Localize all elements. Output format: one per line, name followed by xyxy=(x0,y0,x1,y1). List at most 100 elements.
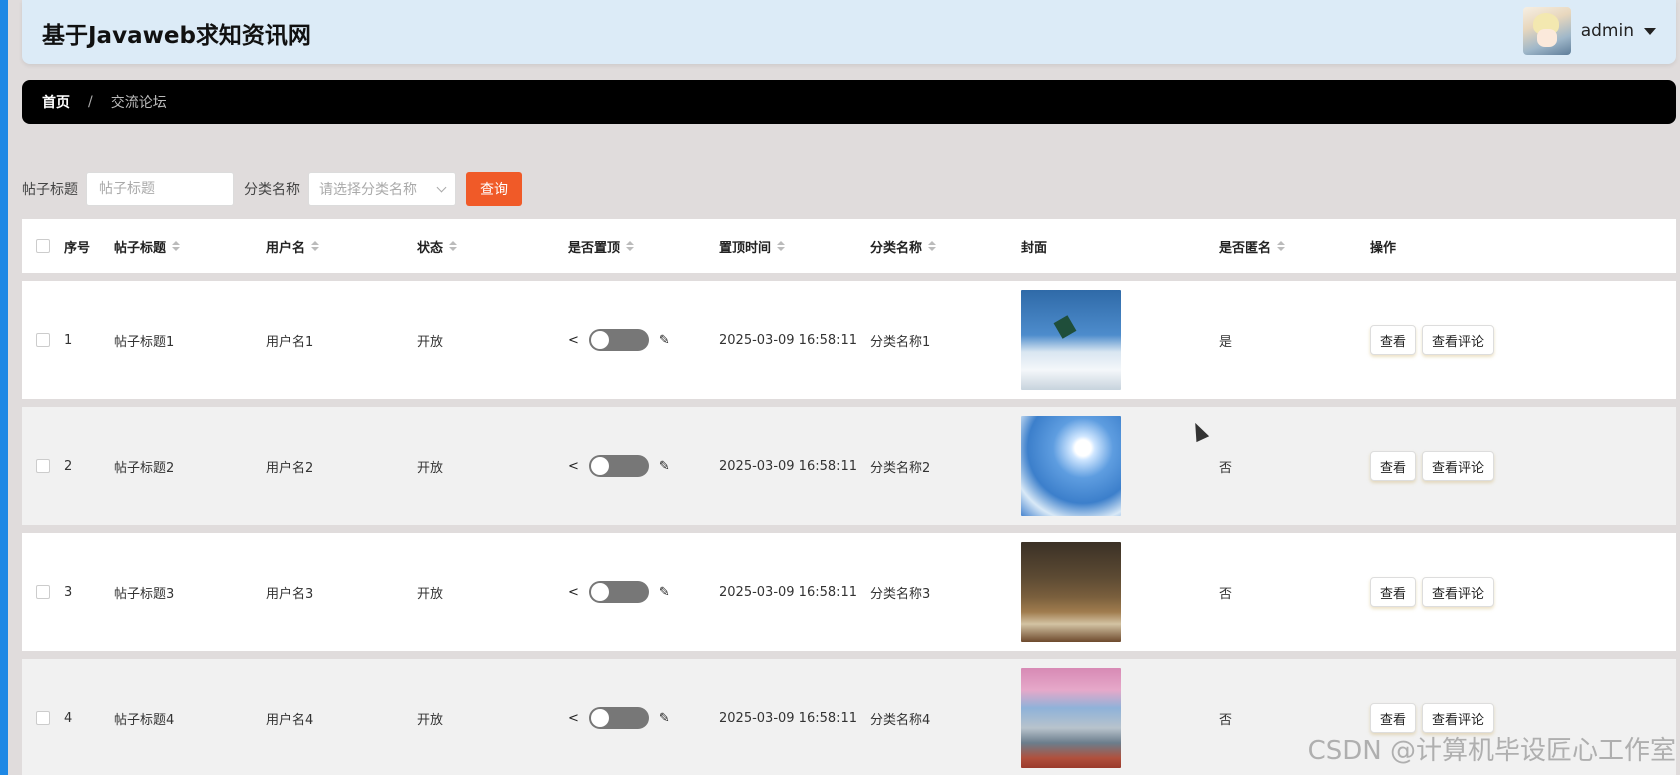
edit-icon[interactable]: ✎ xyxy=(659,585,670,600)
sort-icon[interactable] xyxy=(311,241,320,251)
sort-icon[interactable] xyxy=(1277,241,1286,251)
table-header: 序号 帖子标题 用户名 状态 是否置顶 置顶时间 分类名称 封面 是否匿名 操作 xyxy=(22,219,1676,273)
row-category: 分类名称2 xyxy=(870,460,931,476)
table-row: 2 帖子标题2 用户名2 开放 < ✎ 2025-03-09 16:58:11 … xyxy=(22,407,1676,525)
toggle-knob xyxy=(590,331,609,349)
row-pinned-time: 2025-03-09 16:58:11 xyxy=(719,458,858,474)
chevron-down-icon xyxy=(436,182,447,192)
row-user: 用户名4 xyxy=(266,712,314,728)
row-pinned-time: 2025-03-09 16:58:11 xyxy=(719,710,858,726)
view-comments-button[interactable]: 查看评论 xyxy=(1422,577,1495,607)
share-icon[interactable]: < xyxy=(568,711,579,726)
table-row: 3 帖子标题3 用户名3 开放 < ✎ 2025-03-09 16:58:11 … xyxy=(22,533,1676,651)
row-checkbox[interactable] xyxy=(36,711,50,725)
row-title: 帖子标题3 xyxy=(114,586,175,602)
sort-icon[interactable] xyxy=(626,241,635,251)
sort-icon[interactable] xyxy=(777,241,786,251)
row-title: 帖子标题2 xyxy=(114,460,175,476)
pinned-toggle[interactable] xyxy=(588,329,649,351)
row-status: 开放 xyxy=(417,334,444,350)
pinned-toggle[interactable] xyxy=(588,581,649,603)
top-header: 基于Javaweb求知资讯网 admin xyxy=(22,0,1676,64)
breadcrumb-current: 交流论坛 xyxy=(110,95,167,111)
row-user: 用户名3 xyxy=(266,586,314,602)
edit-icon[interactable]: ✎ xyxy=(659,711,670,726)
view-comments-button[interactable]: 查看评论 xyxy=(1422,451,1495,481)
sort-icon[interactable] xyxy=(172,241,181,251)
forum-table: 序号 帖子标题 用户名 状态 是否置顶 置顶时间 分类名称 封面 是否匿名 操作… xyxy=(22,219,1676,775)
query-button[interactable]: 查询 xyxy=(466,172,522,206)
title-search-label: 帖子标题 xyxy=(22,182,78,198)
edit-icon[interactable]: ✎ xyxy=(659,459,670,474)
row-pinned-time: 2025-03-09 16:58:11 xyxy=(719,332,858,348)
cover-image[interactable] xyxy=(1021,668,1121,768)
header-pinned-time[interactable]: 置顶时间 xyxy=(719,237,771,256)
row-index: 1 xyxy=(64,332,73,348)
sort-icon[interactable] xyxy=(928,241,937,251)
edit-icon[interactable]: ✎ xyxy=(659,333,670,348)
row-category: 分类名称3 xyxy=(870,586,931,602)
select-all-checkbox[interactable] xyxy=(36,239,50,253)
header-pinned[interactable]: 是否置顶 xyxy=(568,237,620,256)
header-anonymous[interactable]: 是否匿名 xyxy=(1219,237,1271,256)
header-ops: 操作 xyxy=(1370,240,1397,256)
header-title[interactable]: 帖子标题 xyxy=(114,237,166,256)
view-button[interactable]: 查看 xyxy=(1370,703,1417,733)
row-checkbox[interactable] xyxy=(36,459,50,473)
header-user[interactable]: 用户名 xyxy=(266,237,305,256)
share-icon[interactable]: < xyxy=(568,333,579,348)
cover-image[interactable] xyxy=(1021,290,1121,390)
cover-image[interactable] xyxy=(1021,542,1121,642)
row-anonymous: 否 xyxy=(1219,460,1233,476)
view-button[interactable]: 查看 xyxy=(1370,451,1417,481)
row-anonymous: 否 xyxy=(1219,712,1233,728)
category-search-label: 分类名称 xyxy=(244,182,300,198)
sort-icon[interactable] xyxy=(449,241,458,251)
row-anonymous: 否 xyxy=(1219,586,1233,602)
site-title: 基于Javaweb求知资讯网 xyxy=(42,23,311,49)
header-category[interactable]: 分类名称 xyxy=(870,237,922,256)
row-index: 3 xyxy=(64,584,73,600)
caret-down-icon[interactable] xyxy=(1644,27,1656,35)
view-button[interactable]: 查看 xyxy=(1370,577,1417,607)
search-bar: 帖子标题 分类名称 请选择分类名称 查询 xyxy=(22,172,522,206)
row-status: 开放 xyxy=(417,712,444,728)
user-menu[interactable]: admin xyxy=(1522,6,1656,56)
watermark: CSDN @计算机毕设匠心工作室 xyxy=(1307,736,1676,766)
row-category: 分类名称4 xyxy=(870,712,931,728)
row-user: 用户名2 xyxy=(266,460,314,476)
category-select[interactable]: 请选择分类名称 xyxy=(308,172,456,206)
row-index: 4 xyxy=(64,710,73,726)
row-title: 帖子标题1 xyxy=(114,334,175,350)
view-comments-button[interactable]: 查看评论 xyxy=(1422,325,1495,355)
table-row: 1 帖子标题1 用户名1 开放 < ✎ 2025-03-09 16:58:11 … xyxy=(22,281,1676,399)
row-checkbox[interactable] xyxy=(36,333,50,347)
toggle-knob xyxy=(590,709,609,727)
view-button[interactable]: 查看 xyxy=(1370,325,1417,355)
share-icon[interactable]: < xyxy=(568,459,579,474)
user-name[interactable]: admin xyxy=(1581,21,1634,41)
header-index: 序号 xyxy=(64,240,91,256)
toggle-knob xyxy=(590,457,609,475)
title-search-input[interactable] xyxy=(86,172,234,206)
pinned-toggle[interactable] xyxy=(588,455,649,477)
left-accent-strip xyxy=(0,0,8,775)
row-anonymous: 是 xyxy=(1219,334,1233,350)
row-status: 开放 xyxy=(417,460,444,476)
row-status: 开放 xyxy=(417,586,444,602)
row-pinned-time: 2025-03-09 16:58:11 xyxy=(719,584,858,600)
row-checkbox[interactable] xyxy=(36,585,50,599)
avatar[interactable] xyxy=(1522,7,1571,55)
header-cover: 封面 xyxy=(1021,240,1048,256)
category-select-placeholder: 请选择分类名称 xyxy=(319,182,417,198)
view-comments-button[interactable]: 查看评论 xyxy=(1422,703,1495,733)
breadcrumb: 首页 / 交流论坛 xyxy=(22,80,1676,124)
row-category: 分类名称1 xyxy=(870,334,931,350)
cover-image[interactable] xyxy=(1021,416,1121,516)
row-user: 用户名1 xyxy=(266,334,314,350)
header-status[interactable]: 状态 xyxy=(417,237,443,256)
row-title: 帖子标题4 xyxy=(114,712,175,728)
share-icon[interactable]: < xyxy=(568,585,579,600)
breadcrumb-home-link[interactable]: 首页 xyxy=(42,92,70,112)
pinned-toggle[interactable] xyxy=(588,707,649,729)
